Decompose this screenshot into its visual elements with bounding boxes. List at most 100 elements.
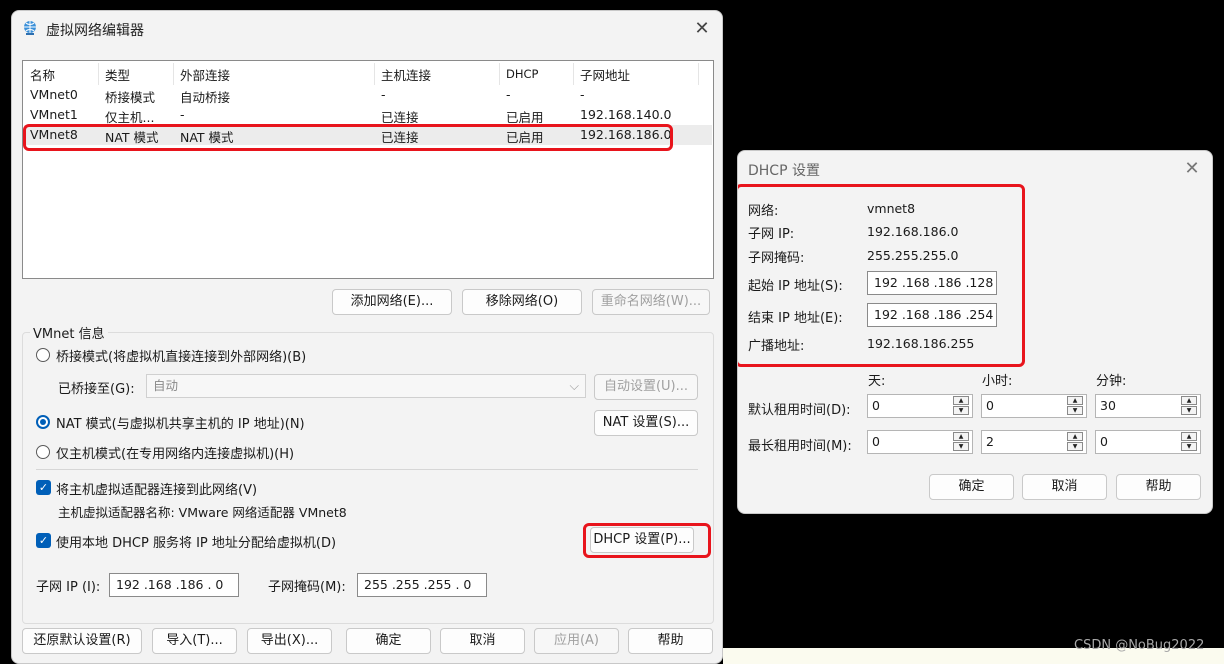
arrow-up-icon[interactable]: ▲ — [953, 396, 969, 405]
arrow-up-icon[interactable]: ▲ — [953, 432, 969, 441]
close-icon[interactable]: ✕ — [690, 17, 714, 41]
cell: 自动桥接 — [180, 90, 231, 105]
column-divider — [499, 63, 500, 85]
import-button[interactable]: 导入(T)... — [152, 628, 237, 654]
arrow-down-icon[interactable]: ▼ — [953, 406, 969, 415]
arrow-up-icon[interactable]: ▲ — [1067, 432, 1083, 441]
max-lease-hours-stepper[interactable]: 2 ▲ ▼ — [981, 430, 1087, 454]
dialog-title-bar[interactable]: DHCP 设置 ✕ — [738, 151, 1212, 185]
subnet-ip-value: 192.168.186.0 — [867, 224, 959, 239]
dhcp-cancel-button[interactable]: 取消 — [1022, 474, 1107, 500]
minutes-header: 分钟: — [1096, 374, 1127, 389]
cell: 已连接 — [381, 110, 419, 125]
network-label: 网络: — [748, 204, 779, 219]
cell: - — [180, 107, 185, 122]
arrow-down-icon[interactable]: ▼ — [1181, 406, 1197, 415]
broadcast-value: 192.168.186.255 — [867, 336, 975, 351]
end-ip-label: 结束 IP 地址(E): — [748, 311, 843, 326]
connect-adapter-label[interactable]: 将主机虚拟适配器连接到此网络(V) — [56, 479, 257, 498]
column-header[interactable]: 外部连接 — [180, 65, 230, 84]
stepper-value: 0 — [872, 398, 880, 413]
default-lease-label: 默认租用时间(D): — [748, 403, 851, 418]
auto-settings-button[interactable]: 自动设置(U)... — [594, 374, 698, 400]
arrow-up-icon[interactable]: ▲ — [1181, 432, 1197, 441]
ok-button[interactable]: 确定 — [346, 628, 431, 654]
cell: 已启用 — [506, 110, 544, 125]
select-value: 自动 — [153, 378, 179, 393]
table-row-selected[interactable]: VMnet8 NAT 模式 NAT 模式 已连接 已启用 192.168.186… — [24, 125, 712, 145]
table-header: 名称 类型 外部连接 主机连接 DHCP 子网地址 — [24, 63, 712, 85]
column-divider — [173, 63, 174, 85]
column-header[interactable]: 子网地址 — [580, 65, 630, 84]
stepper-value: 30 — [1100, 398, 1116, 413]
dialog-title: DHCP 设置 — [748, 163, 820, 179]
help-button[interactable]: 帮助 — [628, 628, 713, 654]
default-lease-hours-stepper[interactable]: 0 ▲ ▼ — [981, 394, 1087, 418]
end-ip-input[interactable]: 192 .168 .186 .254 — [867, 303, 997, 327]
subnet-mask-input[interactable]: 255 .255 .255 . 0 — [357, 573, 487, 597]
stepper-value: 0 — [986, 398, 994, 413]
nat-settings-button[interactable]: NAT 设置(S)... — [594, 410, 698, 436]
start-ip-input[interactable]: 192 .168 .186 .128 — [867, 271, 997, 295]
restore-defaults-button[interactable]: 还原默认设置(R) — [22, 628, 142, 654]
app-icon — [22, 20, 38, 36]
arrow-down-icon[interactable]: ▼ — [1067, 406, 1083, 415]
arrow-up-icon[interactable]: ▲ — [1181, 396, 1197, 405]
host-only-label[interactable]: 仅主机模式(在专用网络内连接虚拟机)(H) — [56, 443, 294, 462]
subnet-mask-label: 子网掩码: — [748, 251, 805, 266]
use-dhcp-checkbox[interactable]: ✓ — [36, 533, 51, 548]
column-header[interactable]: 主机连接 — [381, 65, 431, 84]
arrow-down-icon[interactable]: ▼ — [953, 442, 969, 451]
dhcp-settings-button[interactable]: DHCP 设置(P)... — [590, 527, 694, 553]
column-header[interactable]: DHCP — [506, 67, 538, 81]
cancel-button[interactable]: 取消 — [440, 628, 525, 654]
arrow-up-icon[interactable]: ▲ — [1067, 396, 1083, 405]
column-header[interactable]: 类型 — [105, 65, 130, 84]
arrow-down-icon[interactable]: ▼ — [1181, 442, 1197, 451]
cell: - — [381, 87, 386, 102]
max-lease-minutes-stepper[interactable]: 0 ▲ ▼ — [1095, 430, 1201, 454]
cell: 192.168.186.0 — [580, 127, 672, 142]
close-icon[interactable]: ✕ — [1180, 157, 1204, 181]
export-button[interactable]: 导出(X)... — [247, 628, 332, 654]
use-dhcp-label[interactable]: 使用本地 DHCP 服务将 IP 地址分配给虚拟机(D) — [56, 532, 336, 551]
table-row[interactable]: VMnet0 桥接模式 自动桥接 - - - — [24, 85, 712, 105]
remove-network-button[interactable]: 移除网络(O) — [462, 289, 582, 315]
nat-mode-label[interactable]: NAT 模式(与虚拟机共享主机的 IP 地址)(N) — [56, 413, 305, 432]
column-divider — [698, 63, 699, 85]
watermark: CSDN @NoBug2022 — [1074, 638, 1205, 653]
nat-mode-radio[interactable] — [36, 415, 50, 429]
subnet-ip-label: 子网 IP (I): — [36, 580, 101, 595]
title-bar[interactable]: 虚拟网络编辑器 ✕ — [12, 11, 722, 45]
rename-network-button[interactable]: 重命名网络(W)... — [592, 289, 710, 315]
apply-button[interactable]: 应用(A) — [534, 628, 619, 654]
arrow-down-icon[interactable]: ▼ — [1067, 442, 1083, 451]
column-header[interactable]: 名称 — [30, 65, 55, 84]
bridged-to-label: 已桥接至(G): — [58, 382, 135, 397]
connect-adapter-checkbox[interactable]: ✓ — [36, 480, 51, 495]
cell: 桥接模式 — [105, 90, 156, 105]
max-lease-days-stepper[interactable]: 0 ▲ ▼ — [867, 430, 973, 454]
table-row[interactable]: VMnet1 仅主机... - 已连接 已启用 192.168.140.0 — [24, 105, 712, 125]
stepper-value: 2 — [986, 434, 994, 449]
subnet-ip-input[interactable]: 192 .168 .186 . 0 — [109, 573, 239, 597]
default-lease-minutes-stepper[interactable]: 30 ▲ ▼ — [1095, 394, 1201, 418]
cell: 仅主机... — [105, 110, 155, 125]
dhcp-settings-dialog: DHCP 设置 ✕ 网络: vmnet8 子网 IP: 192.168.186.… — [737, 150, 1213, 514]
dhcp-help-button[interactable]: 帮助 — [1116, 474, 1201, 500]
cell: VMnet8 — [30, 127, 78, 142]
stepper-value: 0 — [1100, 434, 1108, 449]
dhcp-ok-button[interactable]: 确定 — [929, 474, 1014, 500]
bridge-mode-label[interactable]: 桥接模式(将虚拟机直接连接到外部网络)(B) — [56, 346, 306, 365]
cell: VMnet1 — [30, 107, 78, 122]
bridge-mode-radio[interactable] — [36, 348, 50, 362]
host-only-radio[interactable] — [36, 445, 50, 459]
start-ip-label: 起始 IP 地址(S): — [748, 279, 843, 294]
stepper-value: 0 — [872, 434, 880, 449]
default-lease-days-stepper[interactable]: 0 ▲ ▼ — [867, 394, 973, 418]
add-network-button[interactable]: 添加网络(E)... — [332, 289, 452, 315]
column-divider — [573, 63, 574, 85]
bridged-to-select[interactable]: 自动 ⌵ — [146, 374, 586, 398]
subnet-ip-label: 子网 IP: — [748, 227, 795, 242]
divider — [36, 469, 698, 470]
